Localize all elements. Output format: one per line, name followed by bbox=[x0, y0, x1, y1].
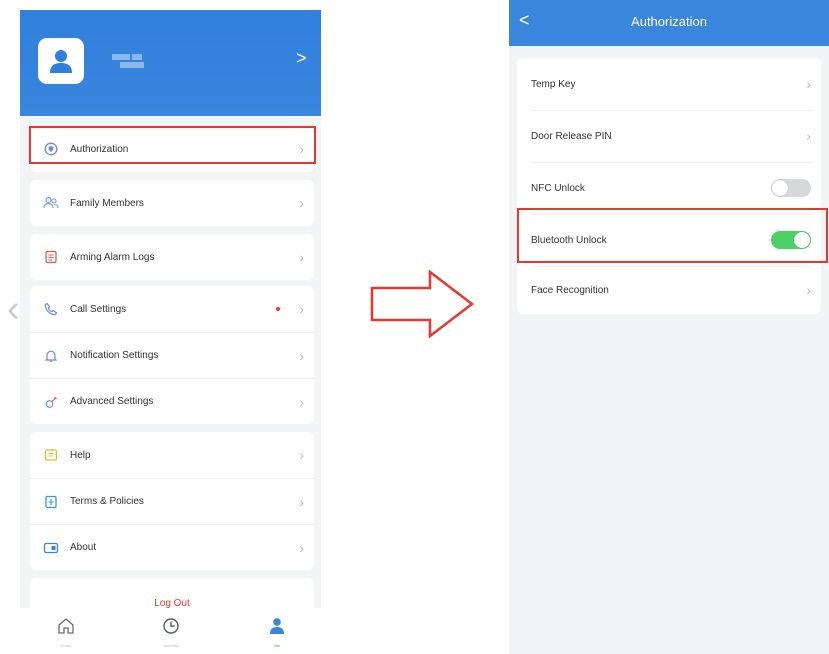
settings-group-5: Help › Terms & Policies › About › bbox=[30, 432, 314, 570]
chevron-right-icon: › bbox=[299, 447, 304, 463]
clock-icon bbox=[161, 618, 181, 640]
chevron-right-icon: › bbox=[299, 393, 304, 410]
page-title: Authorization bbox=[631, 14, 707, 29]
help-icon bbox=[42, 446, 60, 464]
chevron-right-icon: › bbox=[806, 282, 811, 298]
menu-item-label: Arming Alarm Logs bbox=[70, 251, 155, 263]
swipe-back-chevron-icon: ‹ bbox=[7, 288, 20, 330]
menu-item-label: Family Members bbox=[70, 197, 144, 209]
menu-item-advanced-settings[interactable]: Advanced Settings › bbox=[30, 378, 314, 424]
toggle-knob bbox=[772, 180, 788, 196]
notification-dot bbox=[276, 307, 280, 311]
auth-item-door-release-pin[interactable]: Door Release PIN › bbox=[517, 110, 821, 162]
menu-item-label: Notification Settings bbox=[70, 350, 159, 361]
document-icon bbox=[42, 493, 60, 511]
auth-item-label: Door Release PIN bbox=[531, 130, 612, 142]
nav-bar: < Authorization bbox=[509, 0, 829, 46]
chevron-right-icon: › bbox=[299, 347, 304, 364]
menu-item-label: Help bbox=[70, 449, 91, 461]
arrow-right-icon bbox=[370, 269, 475, 343]
profile-header[interactable]: > bbox=[20, 10, 321, 116]
settings-group-2: Family Members › bbox=[30, 180, 314, 226]
auth-item-face-recognition[interactable]: Face Recognition › bbox=[517, 264, 821, 316]
tab-label: Me bbox=[274, 643, 280, 648]
menu-item-label: About bbox=[70, 542, 97, 553]
menu-item-terms-policies[interactable]: Terms & Policies › bbox=[30, 478, 314, 524]
blurred-username bbox=[112, 50, 150, 72]
auth-item-temp-key[interactable]: Temp Key › bbox=[517, 58, 821, 110]
user-avatar-icon[interactable] bbox=[38, 38, 84, 84]
menu-item-label: Call Settings bbox=[70, 303, 127, 315]
chevron-right-icon: › bbox=[299, 195, 304, 211]
tab-label: Home bbox=[60, 643, 72, 648]
highlight-box-bluetooth-unlock bbox=[517, 208, 828, 263]
menu-item-arming-alarm-logs[interactable]: Arming Alarm Logs › bbox=[30, 234, 314, 280]
user-icon bbox=[267, 618, 287, 640]
settings-group-4: Call Settings › Notification Settings › … bbox=[30, 286, 314, 424]
menu-item-label: Terms & Policies bbox=[70, 496, 144, 507]
auth-item-label: Temp Key bbox=[531, 78, 576, 90]
tab-home[interactable]: Home bbox=[46, 616, 86, 648]
chevron-right-icon: › bbox=[299, 493, 304, 510]
page: > Authorization › Family Members › Armin… bbox=[0, 0, 829, 654]
menu-item-about[interactable]: About › bbox=[30, 524, 314, 570]
chevron-right-icon: › bbox=[299, 301, 304, 317]
settings-icon bbox=[42, 393, 60, 411]
family-icon bbox=[42, 194, 60, 212]
authorization-list: Temp Key › Door Release PIN › NFC Unlock… bbox=[517, 58, 821, 314]
bell-icon bbox=[42, 347, 60, 365]
tab-me[interactable]: Me bbox=[257, 616, 297, 648]
auth-item-label: NFC Unlock bbox=[531, 182, 585, 194]
tab-label: Activities bbox=[163, 643, 179, 648]
chevron-right-icon: › bbox=[806, 128, 811, 144]
chevron-right-icon: › bbox=[299, 249, 304, 265]
auth-item-nfc-unlock: NFC Unlock bbox=[517, 162, 821, 214]
tab-activities[interactable]: Activities bbox=[151, 616, 191, 648]
alarm-log-icon bbox=[42, 248, 60, 266]
chevron-right-icon: › bbox=[806, 76, 811, 92]
me-screen: > Authorization › Family Members › Armin… bbox=[20, 10, 321, 654]
settings-group-3: Arming Alarm Logs › bbox=[30, 234, 314, 280]
menu-item-call-settings[interactable]: Call Settings › bbox=[30, 286, 314, 332]
nfc-unlock-toggle[interactable] bbox=[771, 179, 811, 197]
menu-item-notification-settings[interactable]: Notification Settings › bbox=[30, 332, 314, 378]
phone-icon bbox=[42, 300, 60, 318]
profile-chevron-icon[interactable]: > bbox=[296, 48, 307, 69]
menu-item-label: Advanced Settings bbox=[70, 396, 154, 407]
menu-item-help[interactable]: Help › bbox=[30, 432, 314, 478]
chevron-right-icon: › bbox=[299, 539, 304, 556]
auth-item-label: Face Recognition bbox=[531, 284, 609, 296]
bottom-tab-bar: Home Activities Me bbox=[20, 608, 321, 654]
highlight-box-authorization bbox=[29, 126, 316, 164]
info-icon bbox=[42, 539, 60, 557]
home-icon bbox=[56, 618, 76, 640]
authorization-screen: < Authorization Temp Key › Door Release … bbox=[509, 0, 829, 654]
menu-item-family-members[interactable]: Family Members › bbox=[30, 180, 314, 226]
